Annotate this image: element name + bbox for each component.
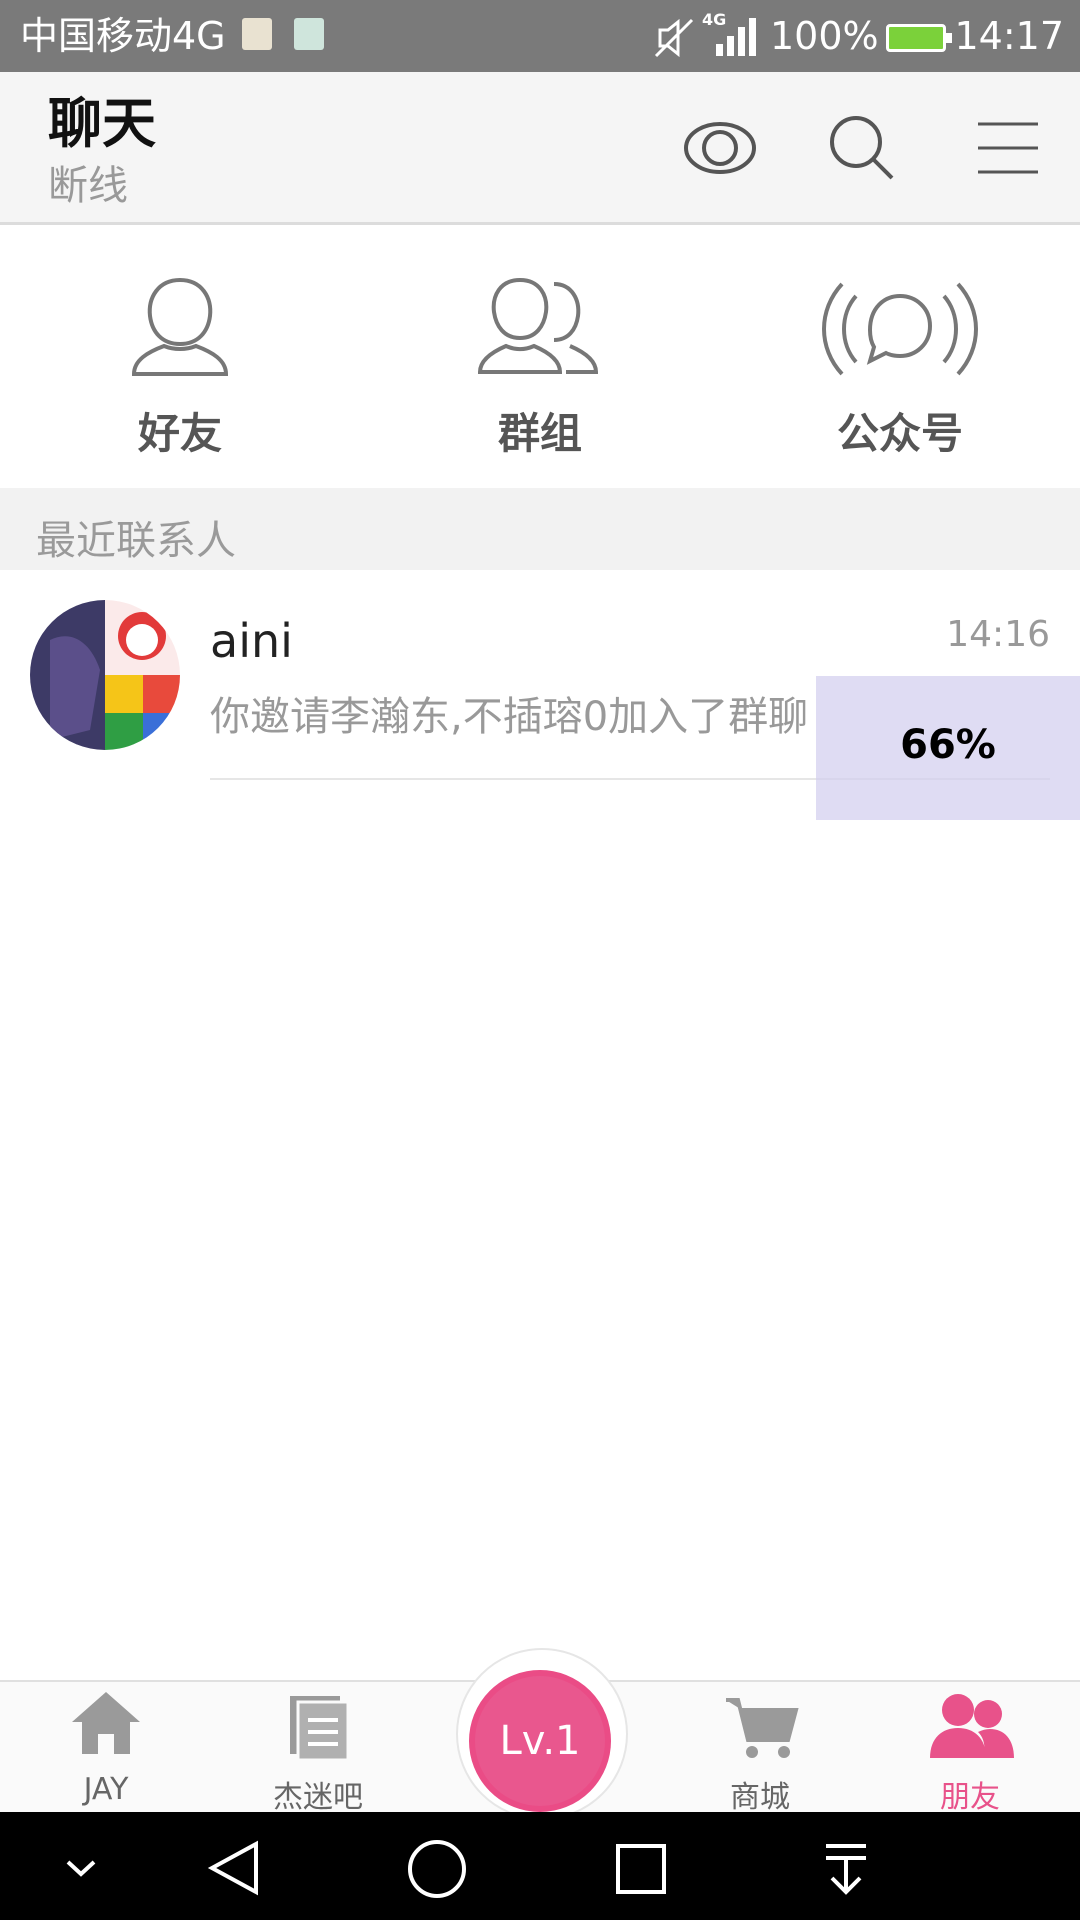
nav-label-forum: 杰迷吧 — [273, 1780, 363, 1815]
menu-icon — [978, 122, 1038, 174]
group-avatar-icon — [30, 600, 180, 750]
mute-icon — [654, 18, 694, 58]
nav-item-friends[interactable]: 朋友 — [880, 1682, 1060, 1815]
nav-item-jay[interactable]: JAY — [16, 1682, 196, 1812]
entry-friends-label: 好友 — [137, 409, 222, 458]
cart-icon — [726, 1698, 799, 1758]
nav-label-shop: 商城 — [730, 1780, 790, 1815]
broadcast-icon — [822, 282, 978, 376]
pull-down-icon[interactable] — [818, 1838, 874, 1900]
contact-name: aini — [210, 614, 293, 668]
battery-percent: 100% — [770, 14, 879, 58]
status-bar: 中国移动4G 4G 100% 14:17 — [0, 0, 1080, 72]
level-button[interactable]: Lv.1 — [469, 1670, 611, 1812]
search-button[interactable] — [822, 112, 902, 184]
level-label: Lv.1 — [499, 1718, 581, 1764]
nav-item-shop[interactable]: 商城 — [670, 1682, 850, 1815]
forum-icon — [290, 1696, 350, 1762]
friends-icon — [930, 1694, 1014, 1758]
connection-status: 断线 — [48, 163, 128, 209]
home-icon — [72, 1692, 140, 1754]
leaf-notification-icon — [294, 18, 324, 50]
recent-contacts-header: 最近联系人 — [0, 488, 1080, 570]
carrier-label: 中国移动4G — [20, 14, 226, 58]
progress-label: 66% — [900, 722, 996, 768]
group-icon — [477, 277, 599, 374]
app-header: 聊天 断线 — [0, 72, 1080, 225]
recents-icon[interactable] — [610, 1838, 672, 1900]
chevron-down-icon[interactable] — [56, 1842, 106, 1892]
progress-overlay: 66% — [816, 676, 1080, 820]
nav-label-friends: 朋友 — [940, 1780, 1000, 1815]
clock: 14:17 — [954, 14, 1064, 58]
home-circle-icon[interactable] — [404, 1836, 470, 1902]
page-title: 聊天 — [48, 92, 156, 155]
system-nav-bar — [0, 1812, 1080, 1920]
entry-official-accounts[interactable]: 公众号 — [800, 270, 1000, 460]
battery-icon — [886, 24, 952, 52]
nav-item-forum[interactable]: 杰迷吧 — [228, 1682, 408, 1815]
upload-notification-icon — [242, 18, 272, 50]
menu-button[interactable] — [968, 112, 1048, 184]
entry-groups[interactable]: 群组 — [440, 270, 640, 460]
message-time: 14:16 — [946, 614, 1050, 655]
entry-official-accounts-label: 公众号 — [836, 409, 963, 458]
section-title: 最近联系人 — [36, 518, 236, 564]
entry-groups-label: 群组 — [497, 409, 582, 458]
back-icon[interactable] — [200, 1838, 270, 1898]
avatar — [30, 600, 180, 750]
message-preview: 你邀请李瀚东,不插瑢0加入了群聊 — [210, 694, 809, 740]
search-icon — [830, 116, 894, 180]
nav-label-jay: JAY — [83, 1772, 129, 1807]
signal-icon — [716, 18, 756, 56]
eye-icon — [684, 122, 756, 174]
eye-button[interactable] — [680, 112, 760, 184]
friend-icon — [131, 277, 229, 376]
entry-friends[interactable]: 好友 — [80, 270, 280, 460]
